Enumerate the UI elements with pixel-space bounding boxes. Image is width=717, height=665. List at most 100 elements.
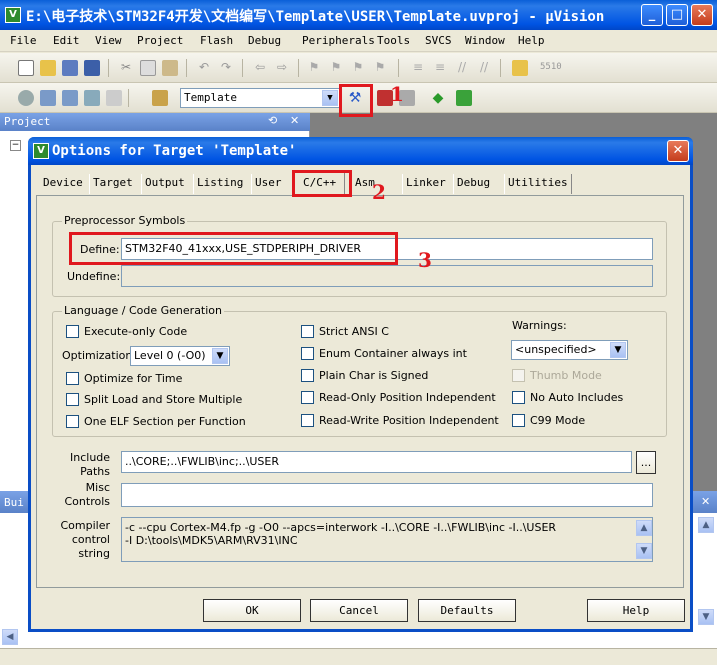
unindent-icon[interactable]: ≡ bbox=[432, 60, 448, 76]
find-in-files-icon[interactable] bbox=[512, 60, 528, 76]
window-title-bar[interactable]: V E:\电子技术\STM32F4开发\文档编写\Template\USER\T… bbox=[0, 0, 717, 30]
uvision-app-icon: V bbox=[5, 7, 21, 23]
menu-window[interactable]: Window bbox=[465, 34, 505, 47]
target-select[interactable]: Template ▼ bbox=[180, 88, 340, 108]
ok-button[interactable]: OK bbox=[203, 599, 301, 622]
tab-listing[interactable]: Listing bbox=[193, 174, 246, 194]
optimization-value: Level 0 (-O0) bbox=[134, 349, 206, 362]
pack-installer-icon[interactable]: ◆ bbox=[430, 90, 446, 106]
scroll-left-icon[interactable]: ◀ bbox=[2, 629, 18, 645]
menu-bar: File Edit View Project Flash Debug Perip… bbox=[0, 30, 717, 52]
nav-back-icon[interactable]: ⇦ bbox=[252, 60, 268, 76]
undo-icon[interactable]: ↶ bbox=[196, 60, 212, 76]
save-icon[interactable] bbox=[62, 60, 78, 76]
menu-edit[interactable]: Edit bbox=[53, 34, 80, 47]
warnings-select[interactable]: <unspecified> ▼ bbox=[511, 340, 628, 360]
pin-icon[interactable]: ⟲ bbox=[268, 114, 277, 127]
save-all-icon[interactable] bbox=[84, 60, 100, 76]
misc-controls-input[interactable] bbox=[121, 483, 653, 507]
target-select-value: Template bbox=[184, 91, 237, 104]
dialog-app-icon: V bbox=[33, 143, 49, 159]
bookmark-icon[interactable]: ⚑ bbox=[306, 60, 322, 76]
panel-close-icon[interactable]: ✕ bbox=[290, 114, 299, 127]
dialog-title-bar[interactable]: V Options for Target 'Template' ✕ bbox=[28, 137, 693, 165]
new-file-icon[interactable] bbox=[18, 60, 34, 76]
bookmark-clear-icon[interactable]: ⚑ bbox=[372, 60, 388, 76]
rebuild-icon[interactable] bbox=[62, 90, 78, 106]
cut-icon[interactable]: ✂ bbox=[118, 60, 134, 76]
dialog-close-button[interactable]: ✕ bbox=[667, 140, 689, 162]
find-combo[interactable]: 5510 bbox=[540, 62, 562, 72]
ro-pi-checkbox[interactable] bbox=[301, 391, 314, 404]
download-icon[interactable] bbox=[152, 90, 168, 106]
help-button[interactable]: Help bbox=[587, 599, 685, 622]
plain-char-checkbox[interactable] bbox=[301, 369, 314, 382]
split-load-checkbox[interactable] bbox=[66, 393, 79, 406]
redo-icon[interactable]: ↷ bbox=[218, 60, 234, 76]
optimize-time-checkbox[interactable] bbox=[66, 372, 79, 385]
copy-icon[interactable] bbox=[140, 60, 156, 76]
tree-collapse-icon[interactable]: − bbox=[10, 140, 21, 151]
include-paths-input[interactable]: ..\CORE;..\FWLIB\inc;..\USER bbox=[121, 451, 632, 473]
minimize-button[interactable]: _ bbox=[641, 4, 663, 26]
compiler-line-1: -c --cpu Cortex-M4.fp -g -O0 --apcs=inte… bbox=[125, 521, 557, 534]
scroll-up-icon[interactable]: ▲ bbox=[698, 517, 714, 533]
menu-flash[interactable]: Flash bbox=[200, 34, 233, 47]
rw-pi-label: Read-Write Position Independent bbox=[319, 414, 499, 427]
tab-linker[interactable]: Linker bbox=[402, 174, 449, 194]
menu-tools[interactable]: Tools bbox=[377, 34, 410, 47]
translate-icon[interactable] bbox=[18, 90, 34, 106]
menu-svcs[interactable]: SVCS bbox=[425, 34, 452, 47]
compiler-label-1: Compiler bbox=[60, 519, 110, 532]
compiler-scroll-down-icon[interactable]: ▼ bbox=[636, 543, 652, 559]
compiler-scroll-up-icon[interactable]: ▲ bbox=[636, 520, 652, 536]
menu-help[interactable]: Help bbox=[518, 34, 545, 47]
open-folder-icon[interactable] bbox=[40, 60, 56, 76]
menu-file[interactable]: File bbox=[10, 34, 37, 47]
tab-output[interactable]: Output bbox=[141, 174, 188, 194]
compiler-label-2: control bbox=[71, 533, 110, 546]
menu-peripherals[interactable]: Peripherals bbox=[302, 34, 375, 47]
menu-project[interactable]: Project bbox=[137, 34, 183, 47]
cancel-button[interactable]: Cancel bbox=[310, 599, 408, 622]
tab-utilities[interactable]: Utilities bbox=[504, 174, 572, 194]
annotation-box-1 bbox=[339, 84, 373, 117]
stop-build-icon[interactable] bbox=[106, 90, 122, 106]
menu-view[interactable]: View bbox=[95, 34, 122, 47]
no-auto-includes-checkbox[interactable] bbox=[512, 391, 525, 404]
uncomment-icon[interactable]: // bbox=[476, 60, 492, 76]
tab-debug[interactable]: Debug bbox=[453, 174, 493, 194]
ro-pi-label: Read-Only Position Independent bbox=[319, 391, 496, 404]
bookmark-next-icon[interactable]: ⚑ bbox=[350, 60, 366, 76]
indent-icon[interactable]: ≡ bbox=[410, 60, 426, 76]
scroll-down-icon[interactable]: ▼ bbox=[698, 609, 714, 625]
defaults-button[interactable]: Defaults bbox=[418, 599, 516, 622]
thumb-mode-label: Thumb Mode bbox=[530, 369, 602, 382]
undefine-input[interactable] bbox=[121, 265, 653, 287]
enum-container-checkbox[interactable] bbox=[301, 347, 314, 360]
bookmark-prev-icon[interactable]: ⚑ bbox=[328, 60, 344, 76]
close-button[interactable]: ✕ bbox=[691, 4, 713, 26]
c99-mode-checkbox[interactable] bbox=[512, 414, 525, 427]
include-browse-button[interactable]: ... bbox=[636, 451, 656, 474]
rw-pi-checkbox[interactable] bbox=[301, 414, 314, 427]
tab-device[interactable]: Device bbox=[40, 174, 86, 194]
build-close-icon[interactable]: ✕ bbox=[701, 495, 710, 508]
maximize-button[interactable]: □ bbox=[666, 4, 688, 26]
strict-ansi-checkbox[interactable] bbox=[301, 325, 314, 338]
nav-forward-icon[interactable]: ⇨ bbox=[274, 60, 290, 76]
paste-icon[interactable] bbox=[162, 60, 178, 76]
tab-user[interactable]: User bbox=[251, 174, 285, 194]
batch-build-icon[interactable] bbox=[84, 90, 100, 106]
tab-target[interactable]: Target bbox=[89, 174, 136, 194]
thumb-mode-checkbox[interactable] bbox=[512, 369, 525, 382]
chevron-down-icon: ▼ bbox=[212, 348, 228, 364]
one-elf-checkbox[interactable] bbox=[66, 415, 79, 428]
comment-icon[interactable]: // bbox=[454, 60, 470, 76]
menu-debug[interactable]: Debug bbox=[248, 34, 281, 47]
enum-container-label: Enum Container always int bbox=[319, 347, 467, 360]
rte-icon[interactable] bbox=[456, 90, 472, 106]
optimization-select[interactable]: Level 0 (-O0) ▼ bbox=[130, 346, 230, 366]
execute-only-checkbox[interactable] bbox=[66, 325, 79, 338]
build-icon[interactable] bbox=[40, 90, 56, 106]
